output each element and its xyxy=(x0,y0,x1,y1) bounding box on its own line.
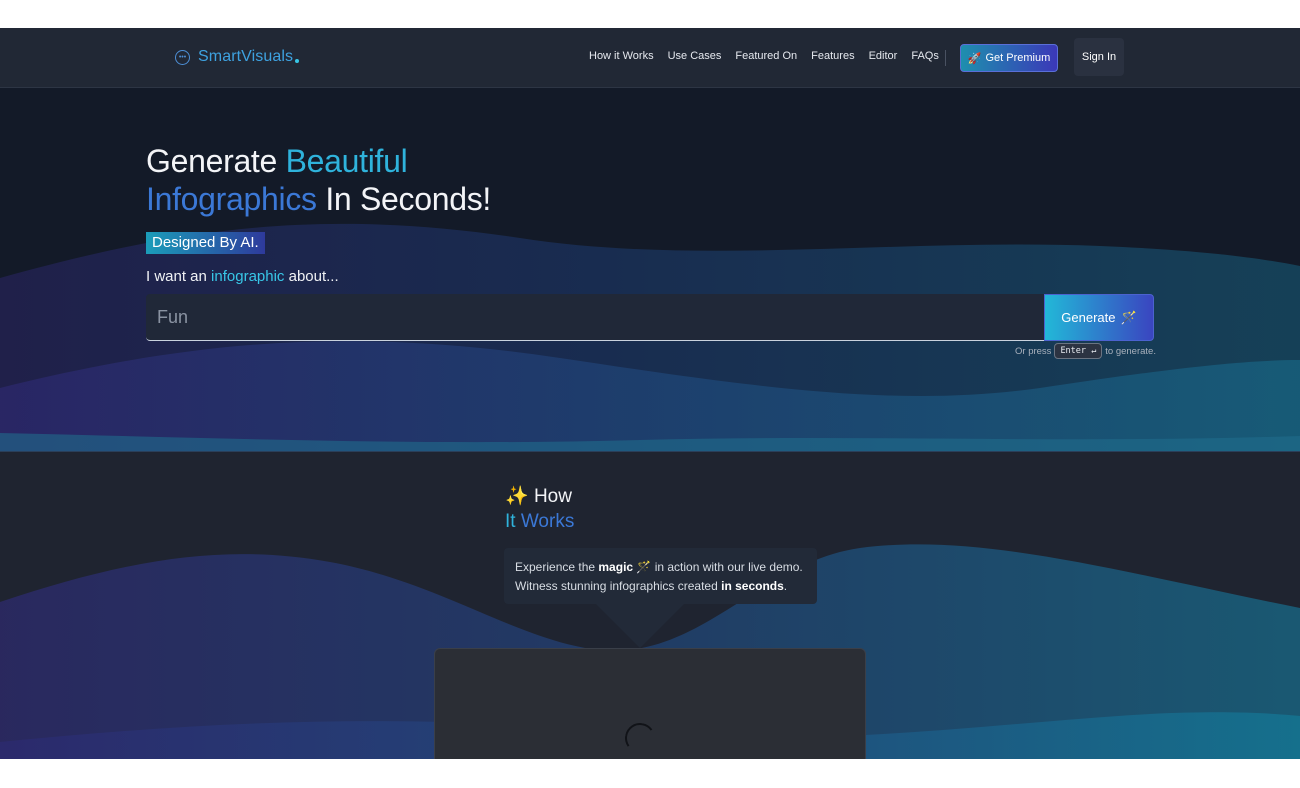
how-word: How xyxy=(533,486,572,507)
get-premium-button[interactable]: 🚀 Get Premium xyxy=(960,44,1058,72)
callout-bold-seconds: in seconds xyxy=(721,579,784,593)
callout-text-4: . xyxy=(783,579,788,593)
how-it-works-title: ✨ How It Works xyxy=(505,484,574,534)
how-it-works-section: ✨ How It Works Experience the magic 🪄 in… xyxy=(0,452,1300,759)
works-word: Works xyxy=(520,511,575,532)
it-word: It xyxy=(505,511,516,532)
brand-dot xyxy=(295,59,300,63)
designed-by-ai-badge: Designed By AI. xyxy=(146,232,265,254)
nav-link-featured-on[interactable]: Featured On xyxy=(735,50,797,62)
headline-beautiful: Beautiful xyxy=(285,143,408,179)
page-frame: ••• SmartVisuals How it Works Use Cases … xyxy=(0,28,1300,759)
demo-description-callout: Experience the magic 🪄 in action with ou… xyxy=(504,548,817,604)
callout-text-1: Experience the xyxy=(515,560,599,574)
enter-hint: Or press Enter ↵ to generate. xyxy=(1015,343,1156,359)
hint-suffix: to generate. xyxy=(1105,345,1156,357)
get-premium-label: Get Premium xyxy=(985,52,1051,64)
hint-prefix: Or press xyxy=(1015,345,1052,357)
topic-input-wrapper xyxy=(146,294,1046,341)
generate-label: Generate xyxy=(1061,310,1116,325)
nav-link-faqs[interactable]: FAQs xyxy=(911,50,939,62)
callout-text-2: 🪄 in action with our live demo. xyxy=(633,560,803,574)
rocket-icon: 🚀 xyxy=(967,52,982,65)
callout-tail xyxy=(596,604,684,648)
loading-spinner-icon xyxy=(622,720,658,756)
generate-button[interactable]: Generate 🪄 xyxy=(1044,294,1154,341)
brand-logo[interactable]: ••• SmartVisuals xyxy=(175,48,300,66)
headline-in-seconds: In Seconds! xyxy=(316,181,492,217)
top-navbar: ••• SmartVisuals How it Works Use Cases … xyxy=(0,28,1300,88)
sparkles-icon: ✨ xyxy=(505,486,529,507)
prompt-prefix: I want an xyxy=(146,268,212,285)
hero-headline: Generate Beautiful Infographics In Secon… xyxy=(146,142,491,218)
prompt-suffix: about... xyxy=(284,268,339,285)
callout-bold-magic: magic xyxy=(598,560,634,574)
enter-key: Enter ↵ xyxy=(1054,343,1103,359)
nav-link-use-cases[interactable]: Use Cases xyxy=(668,50,722,62)
headline-generate: Generate xyxy=(146,143,286,179)
nav-links: How it Works Use Cases Featured On Featu… xyxy=(589,50,939,62)
headline-infographics: Infographics xyxy=(146,181,317,217)
prompt-label: I want an infographic about... xyxy=(146,268,339,285)
topic-input[interactable] xyxy=(146,294,1046,340)
nav-link-how-it-works[interactable]: How it Works xyxy=(589,50,654,62)
hero-section: Generate Beautiful Infographics In Secon… xyxy=(0,88,1300,452)
nav-link-editor[interactable]: Editor xyxy=(869,50,898,62)
prompt-highlight: infographic xyxy=(211,268,285,285)
chat-bubble-icon: ••• xyxy=(175,49,190,65)
live-demo-container xyxy=(434,648,866,759)
callout-text-3: Witness stunning infographics created xyxy=(515,579,722,593)
nav-divider xyxy=(945,50,946,66)
brand-name: SmartVisuals xyxy=(198,48,294,65)
sign-in-button[interactable]: Sign In xyxy=(1074,38,1124,76)
magic-wand-icon: 🪄 xyxy=(1120,309,1137,325)
nav-link-features[interactable]: Features xyxy=(811,50,854,62)
